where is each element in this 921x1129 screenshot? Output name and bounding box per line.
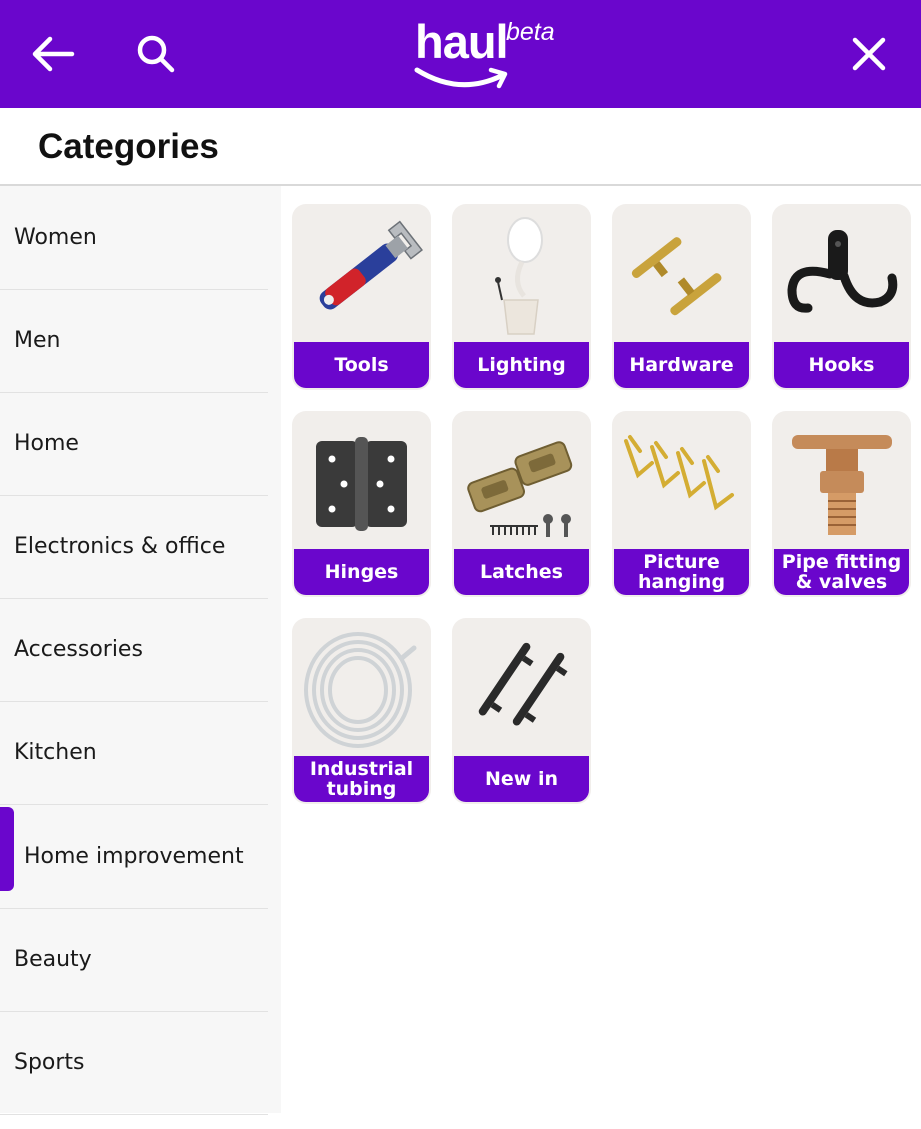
category-sidebar: Women Men Home Electronics & office Acce… — [0, 186, 281, 1115]
sidebar-item-label: Home — [14, 431, 79, 456]
pipe-valve-icon — [792, 435, 892, 535]
tile-label: Tools — [334, 354, 389, 376]
tile-label: Hooks — [808, 354, 875, 376]
smile-arrow-icon — [414, 67, 508, 89]
category-tile-hooks[interactable]: Hooks — [772, 204, 911, 390]
hinge-icon — [316, 437, 407, 531]
tile-label: Hinges — [324, 561, 399, 583]
sidebar-item-label: Sports — [14, 1050, 85, 1075]
sidebar-item-accessories[interactable]: Accessories — [0, 598, 268, 702]
sidebar-item-kitchen[interactable]: Kitchen — [0, 701, 268, 805]
picture-hook-icon — [624, 435, 734, 511]
close-icon — [852, 37, 886, 71]
sidebar-item-home-improvement[interactable]: Home improvement — [0, 804, 268, 909]
sidebar-item-home[interactable]: Home — [0, 392, 268, 496]
tubing-coil-icon — [304, 632, 417, 748]
close-button[interactable] — [837, 22, 901, 86]
title-bar: Categories — [0, 108, 921, 186]
tile-label: Pipe fitting & valves — [781, 551, 902, 593]
category-tile-new-in[interactable]: New in — [452, 618, 591, 804]
category-tile-picture-hanging[interactable]: Picture hanging — [612, 411, 751, 597]
sidebar-item-label: Men — [14, 328, 61, 353]
sidebar-item-beauty[interactable]: Beauty — [0, 908, 268, 1012]
page-title: Categories — [38, 127, 219, 166]
category-tile-hinges[interactable]: Hinges — [292, 411, 431, 597]
haul-logo: haul beta — [413, 16, 563, 96]
sidebar-item-label: Beauty — [14, 947, 92, 972]
tile-label: Picture hanging — [637, 551, 726, 593]
search-button[interactable] — [124, 22, 188, 86]
logo-word: haul — [415, 15, 509, 68]
cabinet-pull-icon — [631, 237, 722, 316]
tile-label: New in — [485, 768, 558, 790]
tile-label: Latches — [480, 561, 563, 583]
bar-handle-icon — [478, 642, 568, 726]
latch-icon — [467, 441, 573, 537]
sidebar-item-label: Home improvement — [24, 843, 244, 869]
arrow-left-icon — [32, 36, 75, 72]
active-indicator — [0, 807, 14, 891]
tile-label: Lighting — [477, 354, 566, 376]
sidebar-item-women[interactable]: Women — [0, 186, 268, 290]
sidebar-item-label: Kitchen — [14, 740, 97, 765]
sidebar-item-sports[interactable]: Sports — [0, 1011, 268, 1115]
sidebar-item-label: Electronics & office — [14, 534, 226, 559]
logo-beta-label: beta — [506, 18, 555, 46]
category-tile-tools[interactable]: Tools — [292, 204, 431, 390]
top-app-bar: haul beta — [0, 0, 921, 108]
desk-lamp-icon — [495, 217, 543, 335]
category-tile-lighting[interactable]: Lighting — [452, 204, 591, 390]
back-button[interactable] — [20, 22, 84, 86]
tile-label: Hardware — [629, 354, 734, 376]
sidebar-item-men[interactable]: Men — [0, 289, 268, 393]
category-tile-industrial-tubing[interactable]: Industrial tubing — [292, 618, 431, 804]
sidebar-item-label: Accessories — [14, 637, 143, 662]
category-tile-hardware[interactable]: Hardware — [612, 204, 751, 390]
wrench-icon — [319, 220, 423, 310]
category-tile-pipe-fitting-valves[interactable]: Pipe fitting & valves — [772, 411, 911, 597]
double-hook-icon — [787, 230, 898, 313]
sidebar-item-electronics-office[interactable]: Electronics & office — [0, 495, 268, 599]
sidebar-item-label: Women — [14, 225, 97, 250]
search-icon — [137, 35, 175, 73]
category-tile-latches[interactable]: Latches — [452, 411, 591, 597]
tile-label: Industrial tubing — [309, 758, 414, 800]
